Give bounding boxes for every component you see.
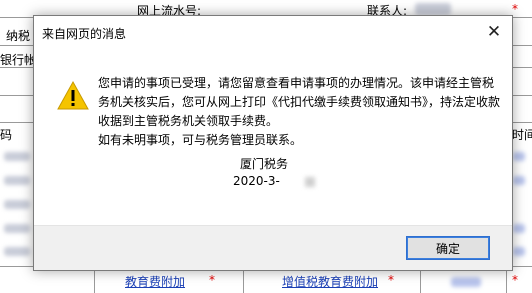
- message-paragraph: 您申请的事项已受理，请您留意查看申请事项的办理情况。该申请经主管税务机关核实后，…: [98, 76, 501, 128]
- taxpayer-label: 纳税: [6, 29, 31, 43]
- date-redacted: [305, 177, 315, 187]
- education-surcharge-link[interactable]: 教育费附加: [125, 273, 185, 290]
- dialog-title: 来自网页的消息: [42, 27, 127, 41]
- dialog-titlebar[interactable]: 来自网页的消息 ✕: [34, 16, 512, 49]
- close-icon[interactable]: ✕: [482, 21, 506, 43]
- ok-button[interactable]: 确定: [406, 236, 490, 260]
- contact-value-redacted: [415, 3, 451, 15]
- required-mark: *: [512, 2, 518, 16]
- dialog-message: 您申请的事项已受理，请您留意查看申请事项的办理情况。该申请经主管税务机关核实后，…: [98, 74, 500, 150]
- message-paragraph: 如有未明事项，可与税务管理员联系。: [98, 133, 303, 147]
- code-label: 码: [0, 128, 13, 142]
- vat-education-surcharge-link[interactable]: 增值税教育费附加: [282, 273, 378, 290]
- message-dialog: 来自网页的消息 ✕ 您申请的事项已受理，请您留意查看申请事项的办理情况。该申请经…: [33, 15, 513, 271]
- warning-icon: [57, 80, 89, 110]
- signature-date: 2020-3-: [233, 174, 280, 188]
- time-label: 时间: [512, 128, 532, 142]
- bank-account-label: 银行帐: [0, 53, 37, 67]
- dialog-footer: 确定: [34, 225, 512, 270]
- signature-organization: 厦门税务: [240, 157, 289, 171]
